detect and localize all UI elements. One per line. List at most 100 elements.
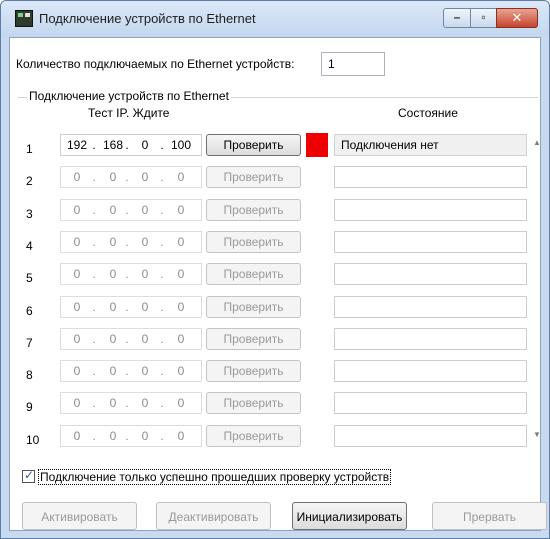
scroll-down-arrow-icon[interactable]: ▼ xyxy=(533,430,541,439)
ip-address-input[interactable]: 192. 168. 0. 100 xyxy=(60,134,202,156)
state-field: Подключения нет xyxy=(334,134,527,156)
ip-dot-separator: . xyxy=(125,267,129,282)
ip-octet[interactable]: 0 xyxy=(65,332,89,346)
ip-octet[interactable]: 0 xyxy=(65,170,89,184)
ip-address-input[interactable]: 0.0.0.0 xyxy=(60,424,202,447)
checkmark-icon: ✓ xyxy=(24,468,35,482)
device-count-input[interactable]: 1 xyxy=(321,52,385,76)
scroll-up-arrow-icon[interactable]: ▲ xyxy=(533,138,541,147)
ip-octet[interactable]: 0 xyxy=(65,396,89,410)
only-verified-checkbox[interactable]: ✓ xyxy=(22,468,35,483)
ip-octet[interactable]: 0 xyxy=(169,364,193,378)
check-button[interactable]: Проверить xyxy=(206,263,301,286)
ip-octet[interactable]: 0 xyxy=(133,170,157,184)
ip-address-input[interactable]: 0.0.0.0 xyxy=(60,360,202,383)
ip-octet[interactable]: 0 xyxy=(169,332,193,346)
ip-octet[interactable]: 0 xyxy=(101,203,125,217)
ip-octet[interactable]: 0 xyxy=(169,235,193,249)
ip-address-input[interactable]: 0.0.0.0 xyxy=(60,198,202,221)
abort-button[interactable]: Прервать xyxy=(432,502,547,530)
minimize-icon: – xyxy=(453,10,461,24)
ip-octet[interactable]: 0 xyxy=(133,300,157,314)
ip-address-input[interactable]: 0.0.0.0 xyxy=(60,166,202,189)
ip-octet[interactable]: 0 xyxy=(169,396,193,410)
ip-dot-separator: . xyxy=(92,396,96,411)
activate-button[interactable]: Активировать xyxy=(22,502,137,530)
ip-octet[interactable]: 0 xyxy=(65,267,89,281)
ip-dot-separator: . xyxy=(160,428,164,443)
device-row-number: 2 xyxy=(26,174,33,189)
ip-octet[interactable]: 0 xyxy=(65,364,89,378)
ip-octet[interactable]: 0 xyxy=(101,396,125,410)
device-row: 1 192. 168. 0. 100 Проверить Подключения нет xyxy=(0,133,550,166)
device-row-number: 9 xyxy=(26,400,33,415)
title-bar[interactable]: Подключение устройств по Ethernet – ▫ ✕ xyxy=(1,1,549,37)
state-field xyxy=(334,327,527,350)
ip-address-input[interactable]: 0.0.0.0 xyxy=(60,263,202,286)
ip-octet[interactable]: 0 xyxy=(169,203,193,217)
ip-octet[interactable]: 0 xyxy=(133,235,157,249)
ip-octet[interactable]: 0 xyxy=(133,396,157,410)
ip-octet[interactable]: 0 xyxy=(65,300,89,314)
only-verified-label[interactable]: Подключение только успешно прошедших про… xyxy=(38,469,392,485)
ip-dot-separator: . xyxy=(160,234,164,249)
ip-octet[interactable]: 0 xyxy=(133,138,157,152)
check-button[interactable]: Проверить xyxy=(206,392,301,415)
ip-octet[interactable]: 0 xyxy=(101,429,125,443)
ip-address-input[interactable]: 0.0.0.0 xyxy=(60,392,202,415)
deactivate-button[interactable]: Деактивировать xyxy=(156,502,271,530)
ip-octet[interactable]: 0 xyxy=(65,203,89,217)
ip-dot-separator: . xyxy=(125,396,129,411)
ip-octet[interactable]: 0 xyxy=(133,429,157,443)
check-button[interactable]: Проверить xyxy=(206,327,301,350)
state-field xyxy=(334,166,527,189)
ip-octet[interactable]: 0 xyxy=(133,364,157,378)
ip-octet[interactable]: 0 xyxy=(65,429,89,443)
ip-octet[interactable]: 192 xyxy=(65,138,89,152)
ip-octet[interactable]: 0 xyxy=(101,364,125,378)
ip-dot-separator: . xyxy=(160,396,164,411)
check-button[interactable]: Проверить xyxy=(206,198,301,221)
window-title: Подключение устройств по Ethernet xyxy=(39,11,256,26)
check-button[interactable]: Проверить xyxy=(206,360,301,383)
minimize-button[interactable]: – xyxy=(443,8,471,28)
ip-dot-separator: . xyxy=(92,170,96,185)
ip-octet[interactable]: 100 xyxy=(169,138,193,152)
ip-octet[interactable]: 168 xyxy=(101,138,125,152)
ip-octet[interactable]: 0 xyxy=(169,267,193,281)
ip-octet[interactable]: 0 xyxy=(133,267,157,281)
close-button[interactable]: ✕ xyxy=(496,8,538,28)
ip-octet[interactable]: 0 xyxy=(65,235,89,249)
check-button[interactable]: Проверить xyxy=(206,166,301,189)
ip-octet[interactable]: 0 xyxy=(101,300,125,314)
state-field xyxy=(334,424,527,447)
ip-address-input[interactable]: 0.0.0.0 xyxy=(60,327,202,350)
ip-octet[interactable]: 0 xyxy=(101,235,125,249)
ip-octet[interactable]: 0 xyxy=(169,429,193,443)
device-row: 3 0. 0. 0. 0 Проверить xyxy=(0,198,550,231)
ip-dot-separator: . xyxy=(160,364,164,379)
ip-octet[interactable]: 0 xyxy=(101,170,125,184)
device-row: 6 0. 0. 0. 0 Проверить xyxy=(0,295,550,328)
column-header-ip: Тест IP. Ждите xyxy=(88,106,170,120)
ip-octet[interactable]: 0 xyxy=(101,267,125,281)
ip-octet[interactable]: 0 xyxy=(133,203,157,217)
ip-octet[interactable]: 0 xyxy=(169,170,193,184)
check-button[interactable]: Проверить xyxy=(206,134,301,156)
device-row-number: 3 xyxy=(26,206,33,221)
ip-dot-separator: . xyxy=(92,267,96,282)
maximize-button[interactable]: ▫ xyxy=(470,8,497,28)
ip-dot-separator: . xyxy=(92,331,96,346)
check-button[interactable]: Проверить xyxy=(206,230,301,253)
ip-dot-separator: . xyxy=(92,299,96,314)
initialize-button[interactable]: Инициализировать xyxy=(292,502,407,530)
ip-octet[interactable]: 0 xyxy=(133,332,157,346)
ip-address-input[interactable]: 0.0.0.0 xyxy=(60,295,202,318)
ip-address-input[interactable]: 0.0.0.0 xyxy=(60,230,202,253)
ip-octet[interactable]: 0 xyxy=(101,332,125,346)
ip-octet[interactable]: 0 xyxy=(169,300,193,314)
check-button[interactable]: Проверить xyxy=(206,295,301,318)
ip-dot-separator: . xyxy=(125,331,129,346)
check-button[interactable]: Проверить xyxy=(206,424,301,447)
ip-dot-separator: . xyxy=(160,170,164,185)
